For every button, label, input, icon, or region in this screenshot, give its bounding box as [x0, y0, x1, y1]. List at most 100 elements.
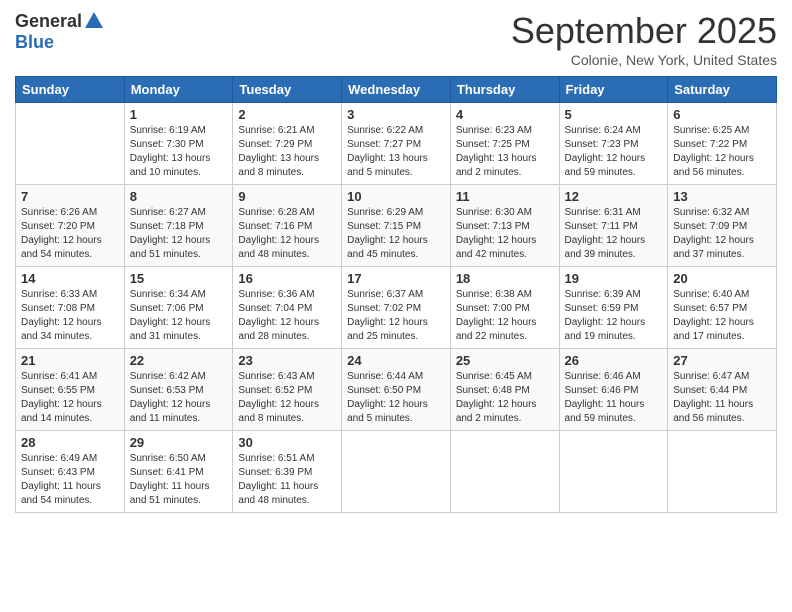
weekday-header: Monday	[124, 77, 233, 103]
calendar-cell: 22 Sunrise: 6:42 AMSunset: 6:53 PMDayligh…	[124, 349, 233, 431]
calendar-cell: 23 Sunrise: 6:43 AMSunset: 6:52 PMDayligh…	[233, 349, 342, 431]
day-info: Sunrise: 6:22 AMSunset: 7:27 PMDaylight:…	[347, 124, 445, 180]
calendar-cell: 9Sunrise: 6:28 AMSunset: 7:16 PMDaylight…	[233, 185, 342, 267]
day-info: Sunrise: 6:44 AMSunset: 6:50 PMDaylight:…	[347, 370, 445, 426]
day-number: 29	[130, 435, 228, 450]
calendar-cell: 14Sunrise: 6:33 AMSunset: 7:08 PMDayligh…	[16, 267, 125, 349]
day-info: Sunrise: 6:31 AMSunset: 7:11 PMDaylight:…	[565, 206, 663, 262]
day-number: 10	[347, 189, 445, 204]
day-number: 20	[673, 271, 771, 286]
calendar-cell	[450, 431, 559, 513]
day-number: 30	[238, 435, 336, 450]
day-number: 7	[21, 189, 119, 204]
calendar-cell: 3 Sunrise: 6:22 AMSunset: 7:27 PMDaylight…	[342, 103, 451, 185]
calendar-cell: 20 Sunrise: 6:40 AMSunset: 6:57 PMDayligh…	[668, 267, 777, 349]
day-info: Sunrise: 6:46 AMSunset: 6:46 PMDaylight:…	[565, 370, 663, 426]
calendar-cell: 2 Sunrise: 6:21 AMSunset: 7:29 PMDaylight…	[233, 103, 342, 185]
calendar-cell: 18Sunrise: 6:38 AMSunset: 7:00 PMDayligh…	[450, 267, 559, 349]
day-info: Sunrise: 6:45 AMSunset: 6:48 PMDaylight:…	[456, 370, 554, 426]
day-number: 25	[456, 353, 554, 368]
day-info: Sunrise: 6:36 AMSunset: 7:04 PMDaylight:…	[238, 288, 336, 344]
day-number: 26	[565, 353, 663, 368]
logo: General Blue	[15, 10, 106, 53]
calendar-cell: 10 Sunrise: 6:29 AMSunset: 7:15 PMDayligh…	[342, 185, 451, 267]
day-number: 19	[565, 271, 663, 286]
day-number: 14	[21, 271, 119, 286]
logo-blue: Blue	[15, 32, 54, 52]
day-info: Sunrise: 6:29 AMSunset: 7:15 PMDaylight:…	[347, 206, 445, 262]
day-number: 28	[21, 435, 119, 450]
day-number: 23	[238, 353, 336, 368]
day-number: 22	[130, 353, 228, 368]
day-info: Sunrise: 6:26 AMSunset: 7:20 PMDaylight:…	[21, 206, 119, 262]
calendar-cell	[559, 431, 668, 513]
calendar-cell: 8 Sunrise: 6:27 AMSunset: 7:18 PMDaylight…	[124, 185, 233, 267]
day-info: Sunrise: 6:40 AMSunset: 6:57 PMDaylight:…	[673, 288, 771, 344]
calendar-cell: 30 Sunrise: 6:51 AMSunset: 6:39 PMDayligh…	[233, 431, 342, 513]
day-info: Sunrise: 6:21 AMSunset: 7:29 PMDaylight:…	[238, 124, 336, 180]
day-number: 8	[130, 189, 228, 204]
calendar-cell: 5Sunrise: 6:24 AMSunset: 7:23 PMDaylight…	[559, 103, 668, 185]
calendar-cell: 1 Sunrise: 6:19 AMSunset: 7:30 PMDaylight…	[124, 103, 233, 185]
weekday-header: Wednesday	[342, 77, 451, 103]
page: General Blue September 2025 Colonie, New…	[0, 0, 792, 612]
calendar-cell: 21 Sunrise: 6:41 AMSunset: 6:55 PMDayligh…	[16, 349, 125, 431]
calendar-cell: 19 Sunrise: 6:39 AMSunset: 6:59 PMDayligh…	[559, 267, 668, 349]
day-number: 21	[21, 353, 119, 368]
day-number: 3	[347, 107, 445, 122]
calendar-week-row: 1 Sunrise: 6:19 AMSunset: 7:30 PMDaylight…	[16, 103, 777, 185]
calendar-cell	[16, 103, 125, 185]
day-info: Sunrise: 6:24 AMSunset: 7:23 PMDaylight:…	[565, 124, 663, 180]
day-info: Sunrise: 6:51 AMSunset: 6:39 PMDaylight:…	[238, 452, 336, 508]
day-info: Sunrise: 6:42 AMSunset: 6:53 PMDaylight:…	[130, 370, 228, 426]
day-info: Sunrise: 6:23 AMSunset: 7:25 PMDaylight:…	[456, 124, 554, 180]
day-number: 17	[347, 271, 445, 286]
calendar-cell: 7 Sunrise: 6:26 AMSunset: 7:20 PMDaylight…	[16, 185, 125, 267]
day-number: 24	[347, 353, 445, 368]
weekday-header: Saturday	[668, 77, 777, 103]
day-info: Sunrise: 6:47 AMSunset: 6:44 PMDaylight:…	[673, 370, 771, 426]
day-number: 4	[456, 107, 554, 122]
calendar-cell: 4 Sunrise: 6:23 AMSunset: 7:25 PMDaylight…	[450, 103, 559, 185]
day-info: Sunrise: 6:37 AMSunset: 7:02 PMDaylight:…	[347, 288, 445, 344]
day-info: Sunrise: 6:28 AMSunset: 7:16 PMDaylight:…	[238, 206, 336, 262]
day-info: Sunrise: 6:27 AMSunset: 7:18 PMDaylight:…	[130, 206, 228, 262]
day-info: Sunrise: 6:49 AMSunset: 6:43 PMDaylight:…	[21, 452, 119, 508]
weekday-header: Friday	[559, 77, 668, 103]
day-info: Sunrise: 6:19 AMSunset: 7:30 PMDaylight:…	[130, 124, 228, 180]
calendar-cell: 11Sunrise: 6:30 AMSunset: 7:13 PMDayligh…	[450, 185, 559, 267]
day-info: Sunrise: 6:41 AMSunset: 6:55 PMDaylight:…	[21, 370, 119, 426]
day-number: 16	[238, 271, 336, 286]
month-title: September 2025	[511, 10, 777, 52]
day-number: 6	[673, 107, 771, 122]
day-number: 2	[238, 107, 336, 122]
weekday-header: Tuesday	[233, 77, 342, 103]
calendar-cell: 13Sunrise: 6:32 AMSunset: 7:09 PMDayligh…	[668, 185, 777, 267]
calendar-week-row: 7 Sunrise: 6:26 AMSunset: 7:20 PMDaylight…	[16, 185, 777, 267]
day-info: Sunrise: 6:50 AMSunset: 6:41 PMDaylight:…	[130, 452, 228, 508]
calendar-cell: 12Sunrise: 6:31 AMSunset: 7:11 PMDayligh…	[559, 185, 668, 267]
calendar-cell: 6Sunrise: 6:25 AMSunset: 7:22 PMDaylight…	[668, 103, 777, 185]
weekday-header: Sunday	[16, 77, 125, 103]
day-number: 11	[456, 189, 554, 204]
calendar-cell: 24 Sunrise: 6:44 AMSunset: 6:50 PMDayligh…	[342, 349, 451, 431]
calendar-cell: 16 Sunrise: 6:36 AMSunset: 7:04 PMDayligh…	[233, 267, 342, 349]
location-subtitle: Colonie, New York, United States	[511, 52, 777, 68]
day-number: 1	[130, 107, 228, 122]
calendar-cell: 29 Sunrise: 6:50 AMSunset: 6:41 PMDayligh…	[124, 431, 233, 513]
calendar-cell: 17 Sunrise: 6:37 AMSunset: 7:02 PMDayligh…	[342, 267, 451, 349]
logo-general: General	[15, 11, 82, 32]
calendar-table: SundayMondayTuesdayWednesdayThursdayFrid…	[15, 76, 777, 513]
calendar-cell: 25 Sunrise: 6:45 AMSunset: 6:48 PMDayligh…	[450, 349, 559, 431]
day-number: 15	[130, 271, 228, 286]
calendar-week-row: 14Sunrise: 6:33 AMSunset: 7:08 PMDayligh…	[16, 267, 777, 349]
calendar-cell	[668, 431, 777, 513]
day-info: Sunrise: 6:32 AMSunset: 7:09 PMDaylight:…	[673, 206, 771, 262]
calendar-cell: 15Sunrise: 6:34 AMSunset: 7:06 PMDayligh…	[124, 267, 233, 349]
day-number: 27	[673, 353, 771, 368]
calendar-week-row: 28 Sunrise: 6:49 AMSunset: 6:43 PMDayligh…	[16, 431, 777, 513]
calendar-week-row: 21 Sunrise: 6:41 AMSunset: 6:55 PMDayligh…	[16, 349, 777, 431]
day-info: Sunrise: 6:39 AMSunset: 6:59 PMDaylight:…	[565, 288, 663, 344]
title-block: September 2025 Colonie, New York, United…	[511, 10, 777, 68]
day-info: Sunrise: 6:43 AMSunset: 6:52 PMDaylight:…	[238, 370, 336, 426]
